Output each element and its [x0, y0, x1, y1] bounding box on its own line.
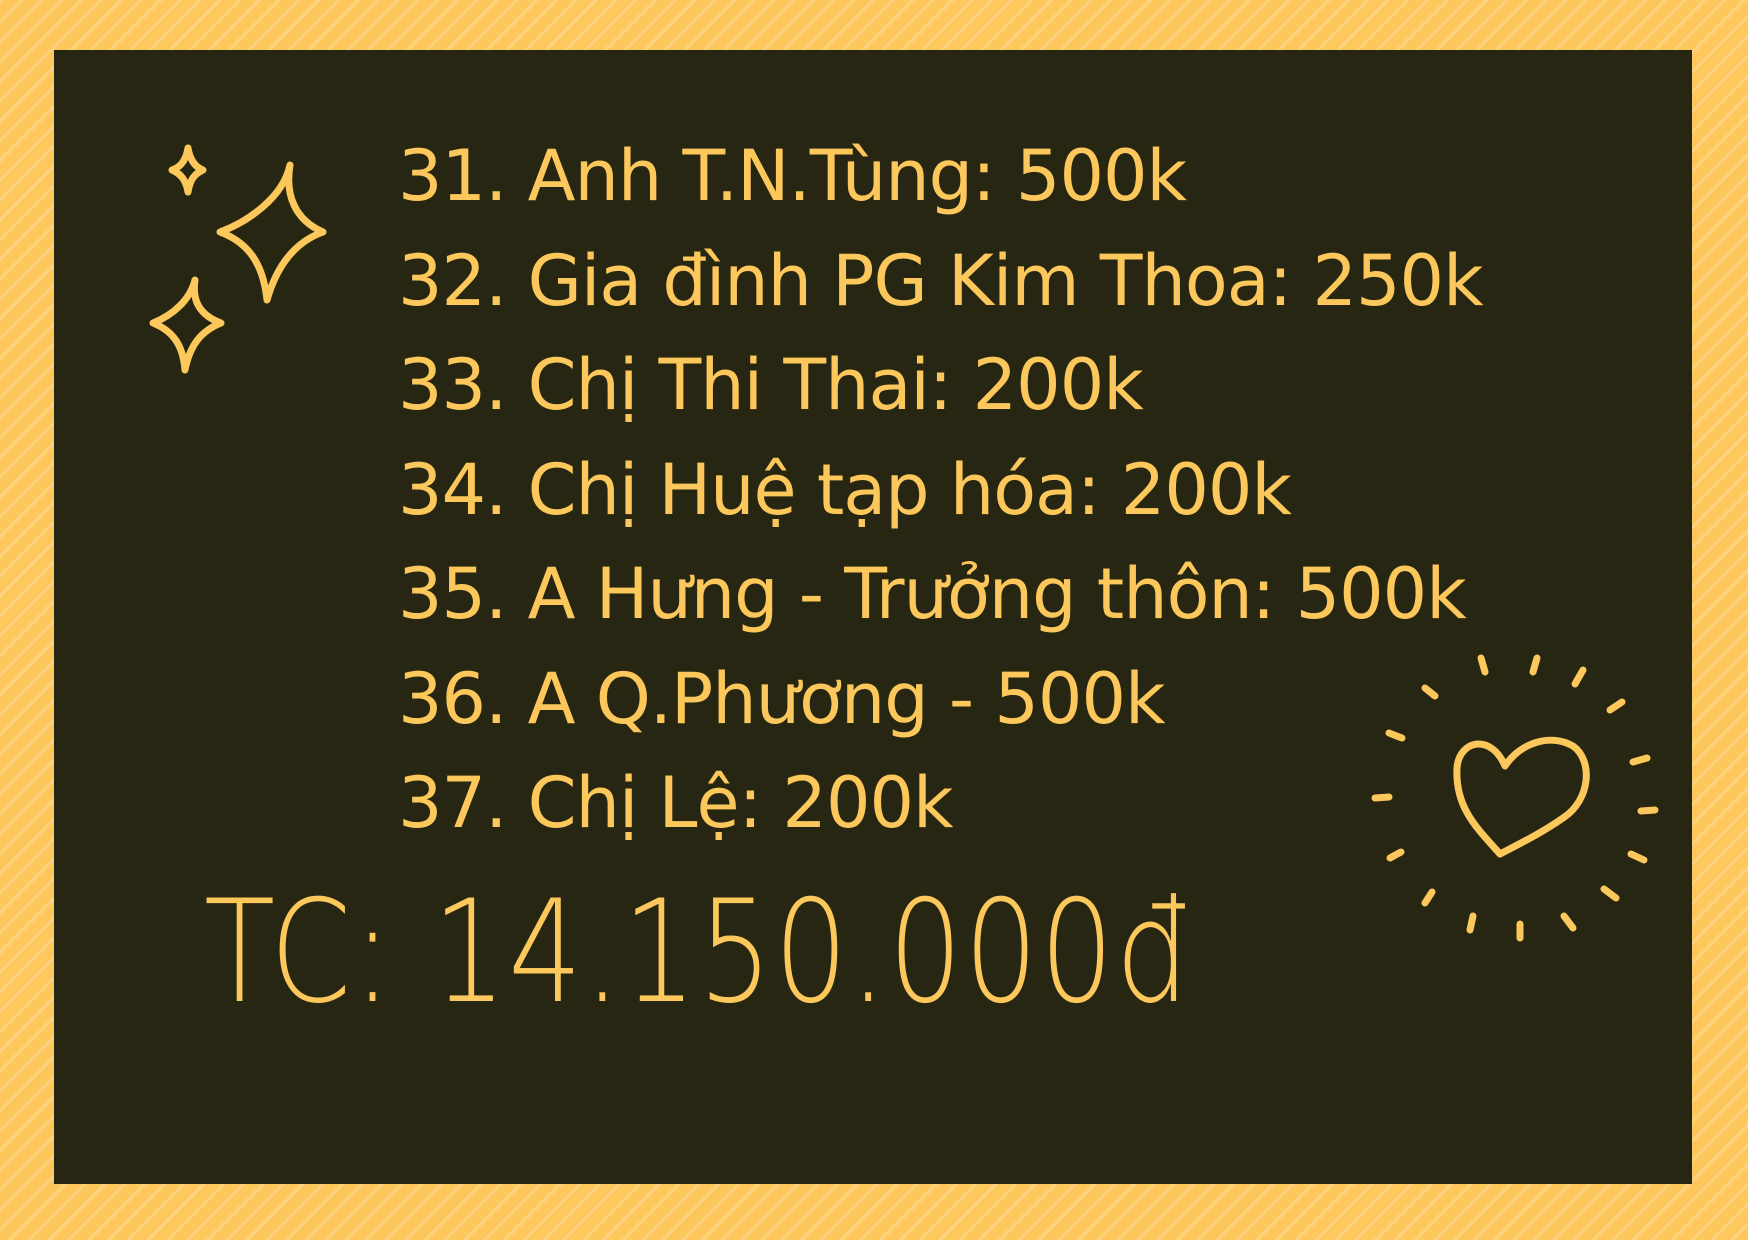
donor-item: 32. Gia đình PG Kim Thoa: 250k [398, 239, 1484, 322]
donor-list: 31. Anh T.N.Tùng: 500k 32. Gia đình PG K… [398, 124, 1484, 856]
sparkles-icon [149, 144, 327, 374]
donor-item: 33. Chị Thi Thai: 200k [398, 344, 1144, 426]
donor-item: 36. A Q.Phương - 500k [398, 657, 1166, 740]
donor-item: 34. Chị Huệ tạp hóa: 200k [398, 448, 1292, 531]
donor-item: 35. A Hưng - Trưởng thôn: 500k [398, 553, 1467, 635]
total-amount: TC: 14.150.000đ [204, 870, 1192, 1035]
donor-item: 31. Anh T.N.Tùng: 500k [398, 135, 1187, 217]
donor-item: 37. Chị Lệ: 200k [398, 762, 954, 844]
